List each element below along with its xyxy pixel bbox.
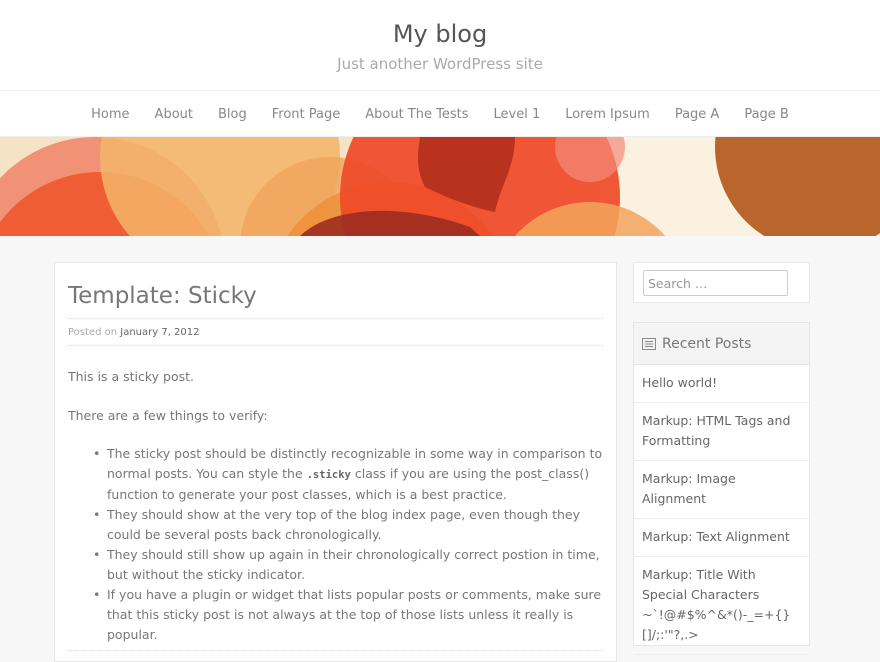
post-meta: Posted on January 7, 2012 — [68, 318, 604, 346]
post-footer-divider — [68, 650, 604, 651]
bullet-text: They should show at the very top of the … — [107, 507, 580, 542]
nav-item-home[interactable]: Home — [91, 107, 129, 122]
recent-posts-list: Hello world! Markup: HTML Tags and Forma… — [634, 365, 809, 655]
nav-item-level-1[interactable]: Level 1 — [494, 107, 541, 122]
recent-post-link[interactable]: Markup: Text Alignment — [634, 519, 809, 557]
document-icon — [642, 337, 656, 350]
bullet-item: They should still show up again in their… — [93, 545, 608, 585]
nav-item-page-b[interactable]: Page B — [744, 107, 789, 122]
post-intro: This is a sticky post. — [68, 369, 195, 384]
bullet-item: The sticky post should be distinctly rec… — [93, 444, 608, 505]
nav-item-about-the-tests[interactable]: About The Tests — [365, 107, 468, 122]
search-widget — [633, 262, 810, 303]
post-meta-prefix: Posted on — [68, 327, 118, 338]
bullet-text: If you have a plugin or widget that list… — [107, 587, 602, 642]
search-input[interactable] — [643, 270, 788, 296]
nav-item-blog[interactable]: Blog — [218, 107, 247, 122]
bullet-text: They should still show up again in their… — [107, 547, 600, 582]
main-navigation: Home About Blog Front Page About The Tes… — [0, 91, 880, 137]
nav-item-about[interactable]: About — [155, 107, 193, 122]
recent-post-link[interactable]: Markup: Image Alignment — [634, 461, 809, 519]
post-verify-text: There are a few things to verify: — [68, 408, 268, 423]
nav-list: Home About Blog Front Page About The Tes… — [79, 91, 802, 137]
recent-posts-widget: Recent Posts Hello world! Markup: HTML T… — [633, 322, 810, 655]
post-content: This is a sticky post. There are a few t… — [68, 367, 608, 645]
nav-item-lorem-ipsum[interactable]: Lorem Ipsum — [565, 107, 650, 122]
post-bullet-list: The sticky post should be distinctly rec… — [93, 444, 608, 645]
recent-post-link[interactable]: Markup: Title With Special Characters ~`… — [634, 557, 809, 655]
sticky-post: Template: Sticky Posted on January 7, 20… — [54, 262, 617, 662]
site-title[interactable]: My blog — [0, 0, 880, 49]
recent-post-link[interactable]: Markup: HTML Tags and Formatting — [634, 403, 809, 461]
recent-post-link[interactable]: Hello world! — [634, 365, 809, 403]
site-tagline: Just another WordPress site — [337, 55, 543, 73]
header-image — [0, 137, 880, 236]
bullet-item: They should show at the very top of the … — [93, 505, 608, 545]
site-header: My blog Just another WordPress site — [0, 0, 880, 91]
post-date-link[interactable]: January 7, 2012 — [120, 327, 199, 338]
nav-item-page-a[interactable]: Page A — [675, 107, 720, 122]
nav-item-front-page[interactable]: Front Page — [272, 107, 341, 122]
post-title[interactable]: Template: Sticky — [68, 281, 257, 311]
bullet-item: If you have a plugin or widget that list… — [93, 585, 608, 645]
recent-posts-title: Recent Posts — [662, 335, 752, 352]
header-image-art — [0, 137, 880, 236]
sticky-class-code: .sticky — [306, 469, 351, 481]
recent-posts-header: Recent Posts — [634, 323, 809, 365]
